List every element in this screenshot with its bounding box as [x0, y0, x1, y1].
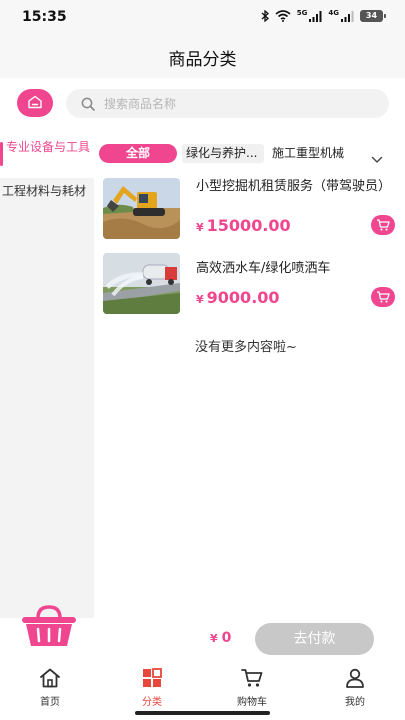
bluetooth-icon [261, 10, 269, 22]
subcategory-row: 全部 绿化与养护... 施工重型机械 [94, 130, 405, 178]
product-card[interactable]: 小型挖掘机租赁服务（带驾驶员） ¥15000.00 [94, 178, 405, 250]
list-end-text: 没有更多内容啦~ [195, 340, 297, 355]
tab-label: 我的 [345, 697, 365, 708]
currency-symbol: ¥ [196, 221, 204, 234]
user-icon [325, 667, 385, 689]
tab-label: 首页 [40, 697, 60, 708]
signal-bars-icon [309, 10, 322, 22]
product-price: ¥15000.00 [196, 216, 291, 235]
cart-icon [376, 288, 390, 307]
status-icons: 5G 4G 34 [261, 9, 386, 22]
battery-icon: 34 [360, 10, 386, 22]
tab-mine[interactable]: 我的 [325, 667, 385, 708]
sidebar-item-label: 专业设备与工具 [6, 140, 91, 154]
chevron-down-icon[interactable] [371, 149, 383, 168]
cart-bar: ¥0 去付款 [0, 605, 405, 663]
subcategory-chip-greening[interactable]: 绿化与养护... [182, 144, 264, 163]
wifi-icon [275, 10, 291, 22]
signal-bars-icon [341, 10, 354, 22]
currency-symbol: ¥ [196, 293, 204, 306]
price-value: 15000.00 [206, 216, 291, 235]
product-name[interactable]: 高效洒水车/绿化喷洒车 [196, 260, 391, 277]
search-row [0, 78, 405, 130]
signal-label-2: 4G [328, 9, 339, 17]
product-card[interactable]: 高效洒水车/绿化喷洒车 ¥9000.00 [94, 253, 405, 326]
basket-icon[interactable] [20, 604, 78, 652]
status-time: 15:35 [22, 9, 67, 25]
page-title: 商品分类 [168, 50, 237, 70]
cart-total-value: 0 [221, 630, 232, 646]
tab-cart[interactable]: 购物车 [222, 667, 282, 708]
tab-category[interactable]: 分类 [122, 667, 182, 708]
status-bar: 15:35 5G 4G 34 [0, 0, 405, 34]
sidebar-item-label: 工程材料与耗材 [2, 184, 87, 198]
subcategory-all-chip[interactable]: 全部 [99, 144, 177, 163]
checkout-button[interactable]: 去付款 [255, 623, 374, 655]
home-icon [27, 94, 43, 113]
product-name[interactable]: 小型挖掘机租赁服务（带驾驶员） [196, 178, 391, 195]
cart-icon [376, 216, 390, 235]
tab-home[interactable]: 首页 [20, 667, 80, 708]
price-value: 9000.00 [206, 288, 280, 307]
product-price: ¥9000.00 [196, 288, 280, 307]
category-icon [122, 667, 182, 689]
add-to-cart-button[interactable] [371, 287, 395, 307]
excavator-photo[interactable] [103, 178, 180, 239]
tab-label: 购物车 [237, 697, 267, 708]
sidebar-item-professional-equipment[interactable]: 专业设备与工具 [0, 130, 94, 178]
nav-header: 商品分类 [0, 34, 405, 78]
sidebar-item-engineering-materials[interactable]: 工程材料与耗材 [0, 178, 94, 204]
home-indicator [135, 711, 270, 715]
signal-label-1: 5G [296, 9, 308, 17]
search-icon [81, 96, 95, 115]
sprinkler-truck-photo[interactable] [103, 253, 180, 314]
search-box[interactable] [66, 89, 389, 118]
tab-label: 分类 [142, 697, 162, 708]
subcategory-chip-heavy-machinery[interactable]: 施工重型机械 [272, 144, 344, 163]
search-input[interactable] [104, 89, 374, 118]
cart-total: ¥0 [210, 630, 231, 646]
cart-icon [222, 667, 282, 689]
currency-symbol: ¥ [210, 632, 218, 645]
home-button[interactable] [17, 89, 53, 117]
add-to-cart-button[interactable] [371, 215, 395, 235]
product-list: 小型挖掘机租赁服务（带驾驶员） ¥15000.00 高效洒水车/绿化喷洒车 ¥ … [94, 178, 405, 355]
category-sidebar: 专业设备与工具 工程材料与耗材 [0, 130, 94, 618]
home-icon [20, 667, 80, 689]
